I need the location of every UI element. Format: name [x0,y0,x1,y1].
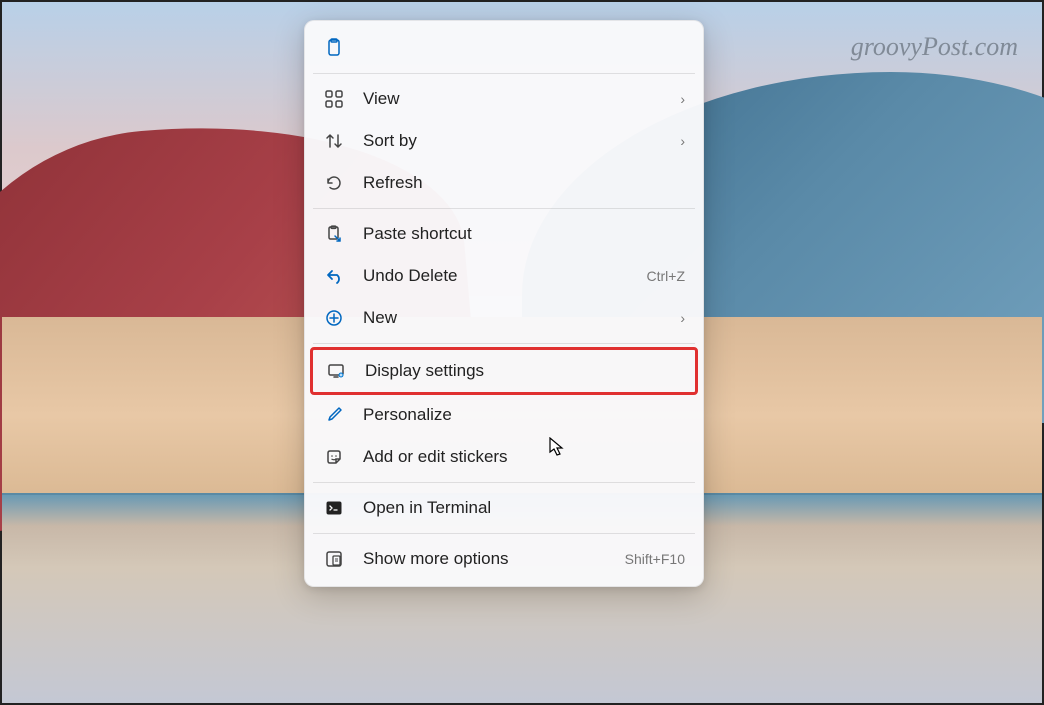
menu-item-show-more-options[interactable]: Show more options Shift+F10 [311,538,697,580]
undo-icon [323,265,345,287]
paste-shortcut-icon [323,223,345,245]
menu-item-sort-by[interactable]: Sort by › [311,120,697,162]
chevron-right-icon: › [680,133,685,149]
menu-item-refresh[interactable]: Refresh [311,162,697,204]
plus-circle-icon [323,307,345,329]
menu-item-personalize[interactable]: Personalize [311,394,697,436]
chevron-right-icon: › [680,91,685,107]
menu-label: Undo Delete [363,266,647,286]
menu-item-stickers[interactable]: Add or edit stickers [311,436,697,478]
menu-shortcut: Ctrl+Z [647,268,686,284]
refresh-icon [323,172,345,194]
chevron-right-icon: › [680,310,685,326]
menu-label: Add or edit stickers [363,447,685,467]
menu-label: Personalize [363,405,685,425]
menu-label: View [363,89,680,109]
clipboard-icon[interactable] [323,37,345,59]
menu-label: Open in Terminal [363,498,685,518]
menu-separator [313,482,695,483]
menu-header [311,27,697,69]
menu-item-new[interactable]: New › [311,297,697,339]
menu-item-display-settings[interactable]: Display settings [310,347,698,395]
sticker-icon [323,446,345,468]
grid-icon [323,88,345,110]
sort-icon [323,130,345,152]
menu-separator [313,533,695,534]
menu-label: Display settings [365,361,683,381]
menu-item-undo-delete[interactable]: Undo Delete Ctrl+Z [311,255,697,297]
display-icon [325,360,347,382]
menu-separator [313,73,695,74]
paintbrush-icon [323,404,345,426]
menu-item-view[interactable]: View › [311,78,697,120]
menu-label: Show more options [363,549,625,569]
menu-shortcut: Shift+F10 [625,551,685,567]
terminal-icon [323,497,345,519]
menu-label: Sort by [363,131,680,151]
menu-separator [313,208,695,209]
menu-label: New [363,308,680,328]
menu-item-open-terminal[interactable]: Open in Terminal [311,487,697,529]
watermark-text: groovyPost.com [851,32,1018,62]
menu-label: Paste shortcut [363,224,685,244]
menu-separator [313,343,695,344]
more-options-icon [323,548,345,570]
menu-item-paste-shortcut[interactable]: Paste shortcut [311,213,697,255]
menu-label: Refresh [363,173,685,193]
desktop-context-menu: View › Sort by › Refresh Paste shortcut … [304,20,704,587]
